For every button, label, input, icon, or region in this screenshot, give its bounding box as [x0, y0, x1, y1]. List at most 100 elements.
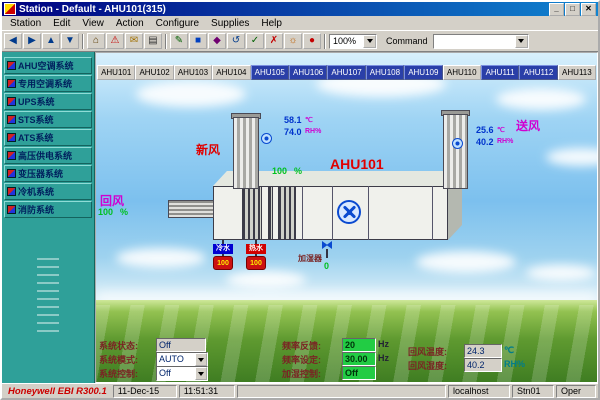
- system-control-label: 系统控制:: [99, 367, 138, 380]
- page-down-icon[interactable]: ▼: [61, 33, 79, 49]
- bullet-icon: [7, 169, 16, 178]
- edit-icon[interactable]: ✎: [170, 33, 188, 49]
- humidifier-valve-icon[interactable]: [322, 241, 332, 249]
- chilled-water-pump[interactable]: 100: [213, 256, 233, 270]
- page-up-icon[interactable]: ▲: [42, 33, 60, 49]
- menu-configure[interactable]: Configure: [150, 18, 205, 29]
- confirm-icon[interactable]: ✓: [246, 33, 264, 49]
- home-icon[interactable]: ⌂: [87, 33, 105, 49]
- return-air-grille: [168, 200, 214, 218]
- sidebar-item-label: 消防系统: [18, 203, 54, 216]
- return-rh-label: 回风湿度:: [408, 359, 447, 372]
- zoom-value: 100%: [333, 36, 356, 46]
- trend-icon[interactable]: ■: [189, 33, 207, 49]
- user-cell: Oper: [556, 385, 596, 398]
- command-label: Command: [386, 36, 428, 46]
- fresh-air-rh-value: 74.0: [284, 127, 302, 137]
- sidebar-item-label: 高压供电系统: [18, 149, 72, 162]
- return-air-damper-unit: %: [120, 207, 128, 217]
- menu-supplies[interactable]: Supplies: [205, 18, 255, 29]
- system-control-combo[interactable]: Off: [156, 366, 208, 381]
- menu-action[interactable]: Action: [110, 18, 150, 29]
- tab-ahu113[interactable]: AHU113: [558, 65, 596, 80]
- display-icon[interactable]: ☼: [284, 33, 302, 49]
- tab-ahu110[interactable]: AHU110: [443, 65, 481, 80]
- command-dropdown-button[interactable]: [515, 35, 528, 48]
- zoom-dropdown-button[interactable]: [363, 35, 376, 48]
- sidebar-item-ats[interactable]: ATS系统: [4, 129, 92, 146]
- menu-station[interactable]: Station: [4, 18, 47, 29]
- tab-ahu108[interactable]: AHU108: [366, 65, 404, 80]
- system-mode-dropdown-button[interactable]: [195, 353, 207, 366]
- sidebar-item-ahu[interactable]: AHU空调系统: [4, 57, 92, 74]
- tab-ahu104[interactable]: AHU104: [212, 65, 250, 80]
- ahu-title: AHU101: [330, 156, 384, 172]
- system-control-dropdown-button[interactable]: [195, 367, 207, 380]
- fresh-air-duct: [233, 117, 259, 189]
- bullet-icon: [7, 79, 16, 88]
- alarm-icon[interactable]: ⚠: [106, 33, 124, 49]
- back-icon[interactable]: ◀: [4, 33, 22, 49]
- minimize-button[interactable]: _: [549, 3, 564, 16]
- menu-edit[interactable]: Edit: [47, 18, 76, 29]
- cloud: [136, 81, 246, 107]
- sidebar-item-transformer[interactable]: 变压器系统: [4, 165, 92, 182]
- menubar: Station Edit View Action Configure Suppl…: [2, 16, 598, 30]
- sidebar-item-fire[interactable]: 消防系统: [4, 201, 92, 218]
- sidebar-item-ups[interactable]: UPS系统: [4, 93, 92, 110]
- cancel-icon[interactable]: ✗: [265, 33, 283, 49]
- forward-icon[interactable]: ▶: [23, 33, 41, 49]
- tab-ahu103[interactable]: AHU103: [174, 65, 212, 80]
- tab-ahu112[interactable]: AHU112: [519, 65, 557, 80]
- sidebar-item-hv-power[interactable]: 高压供电系统: [4, 147, 92, 164]
- bullet-icon: [7, 61, 16, 70]
- humid-control-value: Off: [342, 366, 376, 380]
- coil-section: [278, 186, 296, 240]
- titlebar[interactable]: Station - Default - AHU101(315) _ □ ✕: [2, 2, 598, 16]
- acknowledge-icon[interactable]: ●: [303, 33, 321, 49]
- system-status-value: Off: [156, 338, 206, 352]
- cloud: [416, 251, 516, 273]
- tab-ahu106[interactable]: AHU106: [289, 65, 327, 80]
- supply-air-duct: [443, 114, 468, 189]
- tab-ahu102[interactable]: AHU102: [135, 65, 173, 80]
- zoom-select[interactable]: 100%: [329, 34, 377, 49]
- cloud: [226, 271, 306, 289]
- detail-icon[interactable]: ◆: [208, 33, 226, 49]
- close-button[interactable]: ✕: [581, 3, 596, 16]
- sidebar-item-label: 专用空调系统: [18, 77, 72, 90]
- refresh-icon[interactable]: ↺: [227, 33, 245, 49]
- command-combobox[interactable]: [433, 34, 529, 49]
- sidebar-item-dedicated-ac[interactable]: 专用空调系统: [4, 75, 92, 92]
- host-cell: localhost: [448, 385, 510, 398]
- freq-feedback-label: 频率反馈:: [282, 339, 321, 352]
- bullet-icon: [7, 205, 16, 214]
- command-input[interactable]: [437, 35, 515, 48]
- tab-ahu109[interactable]: AHU109: [404, 65, 442, 80]
- report-icon[interactable]: ▤: [144, 33, 162, 49]
- menu-view[interactable]: View: [76, 18, 110, 29]
- hot-water-pump[interactable]: 100: [246, 256, 266, 270]
- fresh-air-damper-value: 100: [272, 166, 287, 176]
- maximize-button[interactable]: □: [565, 3, 580, 16]
- date-cell: 11-Dec-15: [113, 385, 177, 398]
- bullet-icon: [7, 133, 16, 142]
- tab-ahu105[interactable]: AHU105: [251, 65, 289, 80]
- supply-air-label: 送风: [516, 117, 540, 134]
- supply-air-temp-value: 25.6: [476, 125, 494, 135]
- menu-help[interactable]: Help: [255, 18, 288, 29]
- sidebar-item-chiller[interactable]: 冷机系统: [4, 183, 92, 200]
- sidebar-item-sts[interactable]: STS系统: [4, 111, 92, 128]
- message-icon[interactable]: ✉: [125, 33, 143, 49]
- section-divider: [302, 186, 303, 240]
- humid-control-label: 加湿控制:: [282, 367, 321, 380]
- sidebar-item-label: STS系统: [18, 113, 54, 126]
- tab-ahu101[interactable]: AHU101: [97, 65, 135, 80]
- system-mode-combo[interactable]: AUTO: [156, 352, 208, 367]
- tab-ahu111[interactable]: AHU111: [481, 65, 519, 80]
- sidebar: AHU空调系统 专用空调系统 UPS系统 STS系统 ATS系统 高压供电系统 …: [2, 52, 95, 383]
- filter-section: [242, 186, 262, 240]
- tab-ahu107[interactable]: AHU107: [327, 65, 365, 80]
- hot-water-label: 热水: [246, 244, 266, 254]
- sidebar-item-label: 冷机系统: [18, 185, 54, 198]
